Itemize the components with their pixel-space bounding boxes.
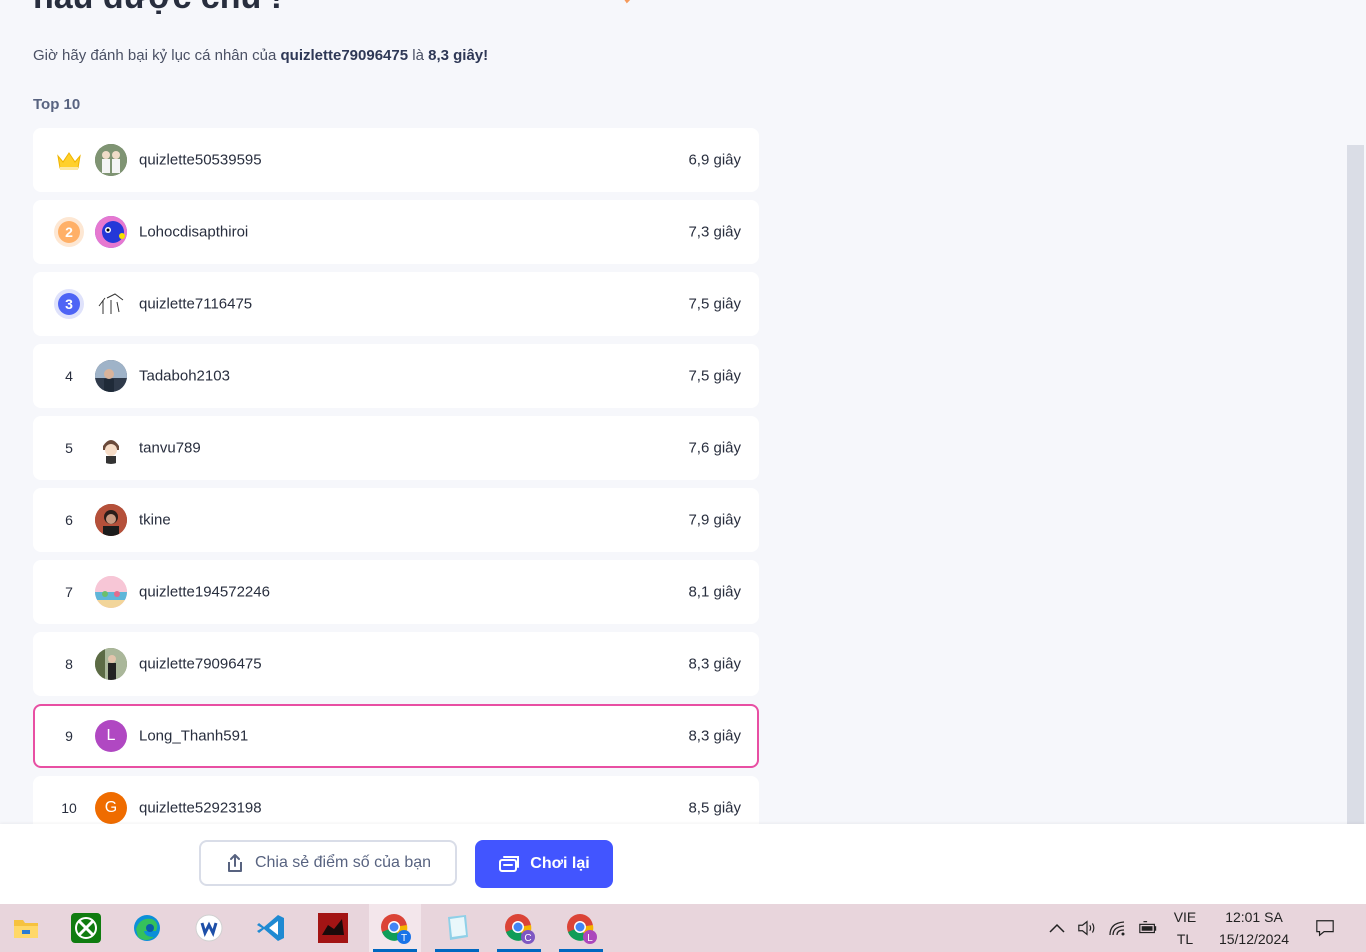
windows-taskbar: T C L VIE TL 12:01 SA 15/12/2024 bbox=[0, 904, 1366, 952]
rank-cell: 2 bbox=[53, 216, 85, 248]
subtitle-mid: là bbox=[412, 47, 424, 64]
language-indicator[interactable]: VIE bbox=[1168, 909, 1202, 925]
chrome-profile-l-icon[interactable]: L bbox=[555, 904, 607, 952]
rank-cell: 3 bbox=[53, 288, 85, 320]
score: 8,3 giây bbox=[688, 727, 741, 745]
profile-badge: C bbox=[524, 933, 531, 944]
rank-number: 4 bbox=[65, 368, 73, 384]
leaderboard-row: 5 tanvu789 7,6 giây bbox=[33, 416, 759, 480]
leaderboard-row: 8 quizlette79096475 8,3 giây bbox=[33, 632, 759, 696]
avatar bbox=[95, 288, 127, 320]
rank-number: 6 bbox=[65, 512, 73, 528]
avatar bbox=[95, 504, 127, 536]
chevron-up-icon[interactable] bbox=[1047, 918, 1067, 938]
file-explorer-icon[interactable] bbox=[0, 904, 52, 952]
leaderboard-row: quizlette50539595 6,9 giây bbox=[33, 128, 759, 192]
replay-button[interactable]: Chơi lại bbox=[475, 840, 613, 888]
share-label: Chia sẻ điểm số của bạn bbox=[254, 854, 432, 871]
clock-date[interactable]: 15/12/2024 bbox=[1210, 931, 1298, 947]
avatar bbox=[95, 144, 127, 176]
score: 8,3 giây bbox=[688, 655, 741, 673]
avatar bbox=[95, 576, 127, 608]
rank-number: 5 bbox=[65, 440, 73, 456]
clock-time[interactable]: 12:01 SA bbox=[1210, 909, 1298, 925]
chrome-profile-c-icon[interactable]: C bbox=[493, 904, 545, 952]
footer-bar: Chia sẻ điểm số của bạn Chơi lại bbox=[0, 824, 1366, 904]
username: quizlette52923198 bbox=[139, 799, 262, 817]
chrome-profile-t-icon[interactable]: T bbox=[369, 904, 421, 952]
replay-label: Chơi lại bbox=[530, 855, 590, 872]
decorative-icon bbox=[624, 0, 631, 4]
score: 7,3 giây bbox=[688, 223, 741, 241]
leaderboard-row: 6 tkine 7,9 giây bbox=[33, 488, 759, 552]
score: 8,1 giây bbox=[688, 583, 741, 601]
score: 7,9 giây bbox=[688, 511, 741, 529]
cards-icon bbox=[499, 856, 520, 872]
username: quizlette79096475 bbox=[139, 655, 262, 673]
avatar-letter: L bbox=[106, 727, 116, 744]
personal-record-text: Giờ hãy đánh bại kỷ lục cá nhân của quiz… bbox=[33, 47, 488, 64]
username: Lohocdisapthiroi bbox=[139, 223, 249, 241]
subtitle-user: quizlette79096475 bbox=[280, 47, 409, 64]
scrollbar[interactable] bbox=[1347, 145, 1364, 825]
vscode-icon[interactable] bbox=[245, 904, 297, 952]
xbox-icon[interactable] bbox=[60, 904, 112, 952]
avatar bbox=[95, 432, 127, 464]
rank-number: 7 bbox=[65, 584, 73, 600]
username: quizlette194572246 bbox=[139, 583, 270, 601]
share-score-button[interactable]: Chia sẻ điểm số của bạn bbox=[199, 840, 457, 886]
avatar: G bbox=[95, 792, 127, 824]
section-label: Top 10 bbox=[33, 96, 81, 113]
avatar bbox=[95, 360, 127, 392]
rank-number: 10 bbox=[61, 800, 77, 816]
username: Long_Thanh591 bbox=[139, 727, 249, 745]
page-heading: hầu được chủ ! bbox=[33, 0, 282, 17]
share-icon bbox=[227, 854, 242, 872]
username: Tadaboh2103 bbox=[139, 367, 230, 385]
score: 7,5 giây bbox=[688, 367, 741, 385]
volume-icon[interactable] bbox=[1077, 918, 1097, 938]
username: quizlette7116475 bbox=[139, 295, 253, 313]
profile-badge: L bbox=[587, 933, 593, 944]
wifi-icon[interactable] bbox=[1108, 918, 1128, 938]
avatar-letter: G bbox=[104, 799, 118, 816]
word-app-icon[interactable] bbox=[183, 904, 235, 952]
username: quizlette50539595 bbox=[139, 151, 262, 169]
rank-number: 8 bbox=[65, 656, 73, 672]
crown-icon bbox=[53, 144, 85, 176]
rank-number: 9 bbox=[65, 728, 73, 744]
leaderboard-row: 7 quizlette194572246 8,1 giây bbox=[33, 560, 759, 624]
rank-medal: 3 bbox=[58, 293, 80, 315]
score: 7,5 giây bbox=[688, 295, 741, 313]
username: tanvu789 bbox=[139, 439, 201, 457]
score: 8,5 giây bbox=[688, 799, 741, 817]
leaderboard-row: 2 Lohocdisapthiroi 7,3 giây bbox=[33, 200, 759, 264]
username: tkine bbox=[139, 511, 171, 529]
leaderboard-row-current-user: 9 L Long_Thanh591 8,3 giây bbox=[33, 704, 759, 768]
score: 6,9 giây bbox=[688, 151, 741, 169]
keyboard-layout[interactable]: TL bbox=[1168, 931, 1202, 947]
leaderboard-row: 3 quizlette7116475 7,5 giây bbox=[33, 272, 759, 336]
avatar bbox=[95, 216, 127, 248]
rank-medal: 2 bbox=[58, 221, 80, 243]
profile-badge: T bbox=[401, 933, 407, 944]
battery-icon[interactable] bbox=[1138, 918, 1158, 938]
game-app-icon[interactable] bbox=[307, 904, 359, 952]
notepad-icon[interactable] bbox=[431, 904, 483, 952]
subtitle-prefix: Giờ hãy đánh bại kỷ lục cá nhân của bbox=[33, 47, 277, 64]
edge-icon[interactable] bbox=[121, 904, 173, 952]
avatar bbox=[95, 648, 127, 680]
avatar: L bbox=[95, 720, 127, 752]
leaderboard-row: 4 Tadaboh2103 7,5 giây bbox=[33, 344, 759, 408]
notification-icon[interactable] bbox=[1315, 918, 1335, 938]
score: 7,6 giây bbox=[688, 439, 741, 457]
subtitle-time: 8,3 giây! bbox=[428, 47, 489, 64]
leaderboard: quizlette50539595 6,9 giây 2 Lohocdisapt… bbox=[33, 128, 759, 848]
